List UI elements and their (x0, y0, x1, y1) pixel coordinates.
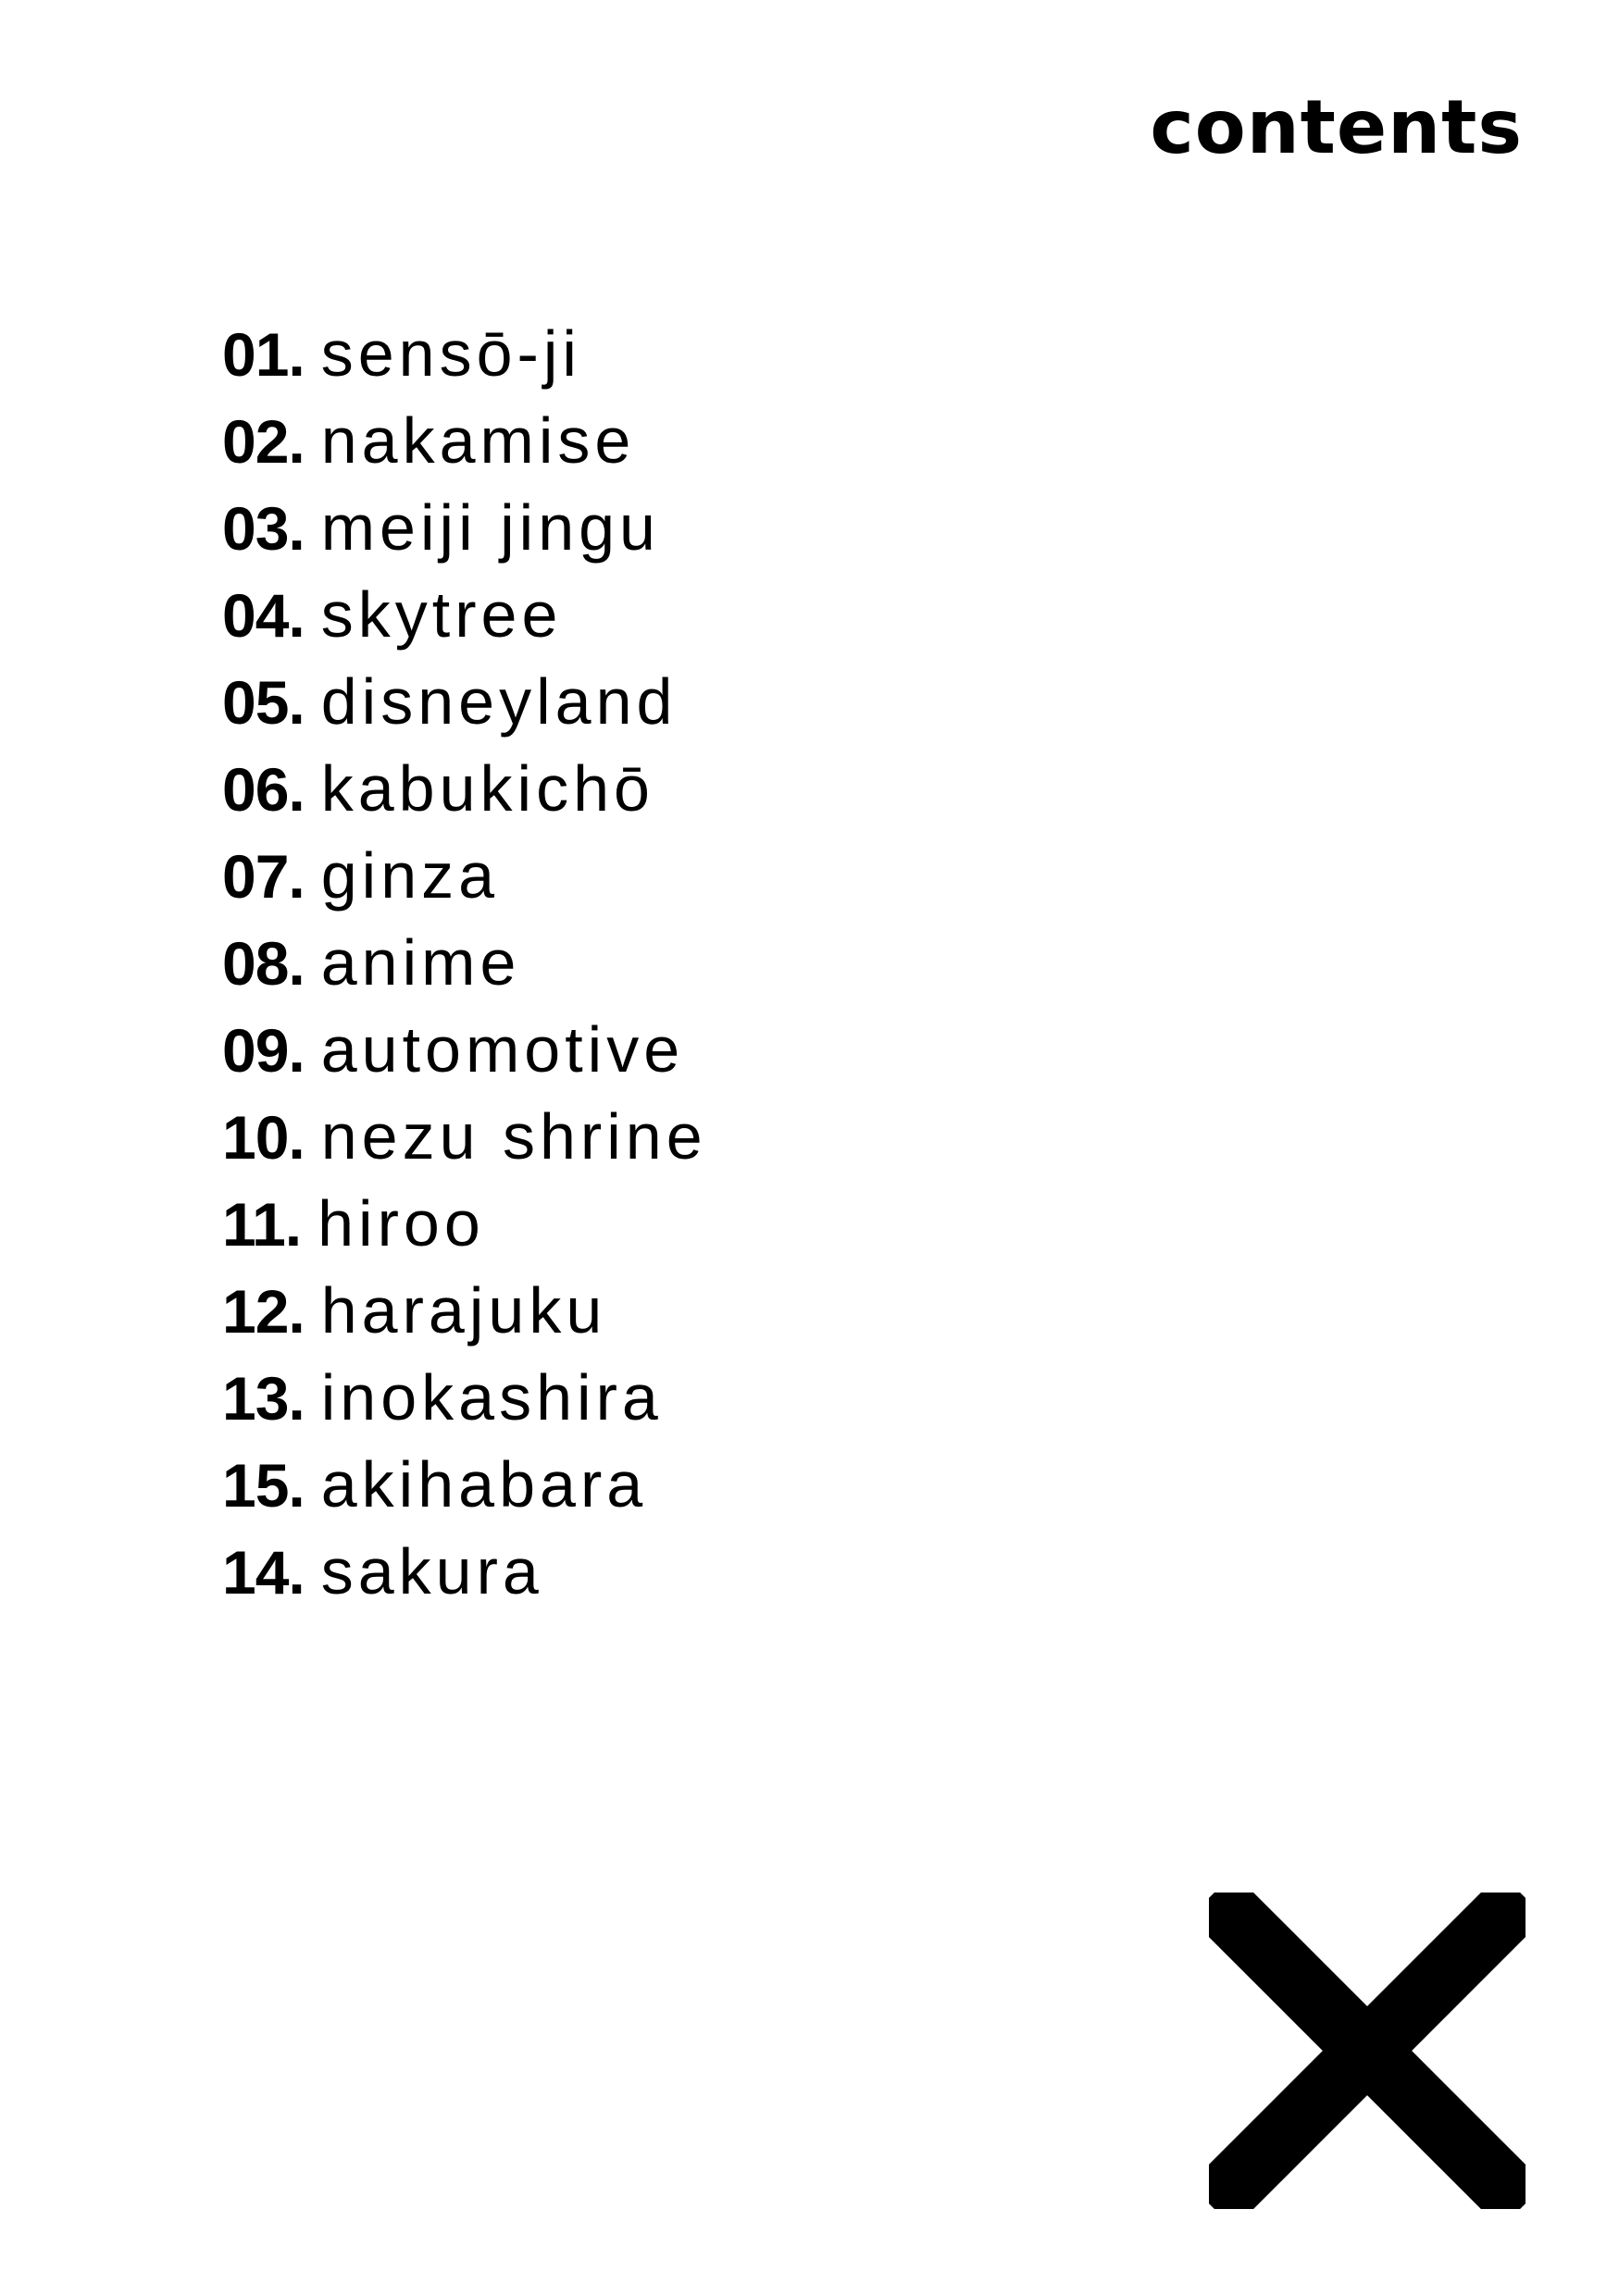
close-icon (1189, 1872, 1546, 2229)
page-title: contents (1150, 84, 1523, 170)
toc-item-number: 06. (222, 755, 305, 824)
toc-item-label: harajuku (320, 1274, 607, 1347)
toc-item-label: inokashira (320, 1361, 663, 1433)
toc-item-label: hiroo (318, 1187, 485, 1260)
toc-item-number: 11. (222, 1190, 302, 1259)
toc-item-label: sakura (320, 1535, 543, 1607)
toc-item-label: disneyland (320, 665, 678, 738)
toc-item-number: 08. (222, 929, 305, 998)
toc-item-number: 04. (222, 581, 305, 650)
toc-item-automotive[interactable]: 09. automotive (222, 1006, 707, 1093)
toc-item-number: 02. (222, 407, 305, 476)
toc-item-meiji-jingu[interactable]: 03. meiji jingu (222, 484, 707, 571)
toc-item-akihabara[interactable]: 15. akihabara (222, 1441, 707, 1528)
toc-item-number: 12. (222, 1277, 305, 1346)
toc-item-label: sensō-ji (320, 317, 581, 390)
toc-item-harajuku[interactable]: 12. harajuku (222, 1267, 707, 1354)
toc-item-label: anime (320, 926, 521, 999)
toc-item-number: 01. (222, 320, 305, 389)
toc-item-number: 09. (222, 1016, 305, 1085)
toc-item-nakamise[interactable]: 02. nakamise (222, 397, 707, 484)
toc-item-number: 07. (222, 842, 305, 911)
toc-item-anime[interactable]: 08. anime (222, 919, 707, 1006)
toc-item-number: 14. (222, 1538, 305, 1607)
toc-item-senso-ji[interactable]: 01. sensō-ji (222, 310, 707, 397)
table-of-contents: 01. sensō-ji 02. nakamise 03. meiji jingu 0… (222, 310, 707, 1615)
toc-item-disneyland[interactable]: 05. disneyland (222, 658, 707, 745)
toc-item-nezu-shrine[interactable]: 10. nezu shrine (222, 1093, 707, 1180)
toc-item-number: 03. (222, 494, 305, 563)
toc-item-number: 13. (222, 1364, 305, 1433)
toc-item-label: meiji jingu (320, 491, 660, 564)
toc-item-label: nezu shrine (320, 1100, 707, 1173)
toc-item-number: 15. (222, 1451, 305, 1520)
toc-item-number: 05. (222, 668, 305, 737)
toc-item-label: skytree (320, 578, 563, 651)
toc-item-label: nakamise (320, 404, 636, 477)
toc-item-label: ginza (320, 839, 500, 912)
toc-item-label: kabukichō (320, 752, 654, 825)
toc-item-kabukicho[interactable]: 06. kabukichō (222, 745, 707, 832)
toc-item-ginza[interactable]: 07. ginza (222, 832, 707, 919)
toc-item-label: automotive (320, 1013, 685, 1086)
toc-item-inokashira[interactable]: 13. inokashira (222, 1354, 707, 1441)
toc-item-sakura[interactable]: 14. sakura (222, 1528, 707, 1615)
toc-item-label: akihabara (320, 1448, 648, 1520)
toc-item-skytree[interactable]: 04. skytree (222, 571, 707, 658)
toc-item-hiroo[interactable]: 11. hiroo (222, 1180, 707, 1267)
toc-item-number: 10. (222, 1103, 305, 1172)
